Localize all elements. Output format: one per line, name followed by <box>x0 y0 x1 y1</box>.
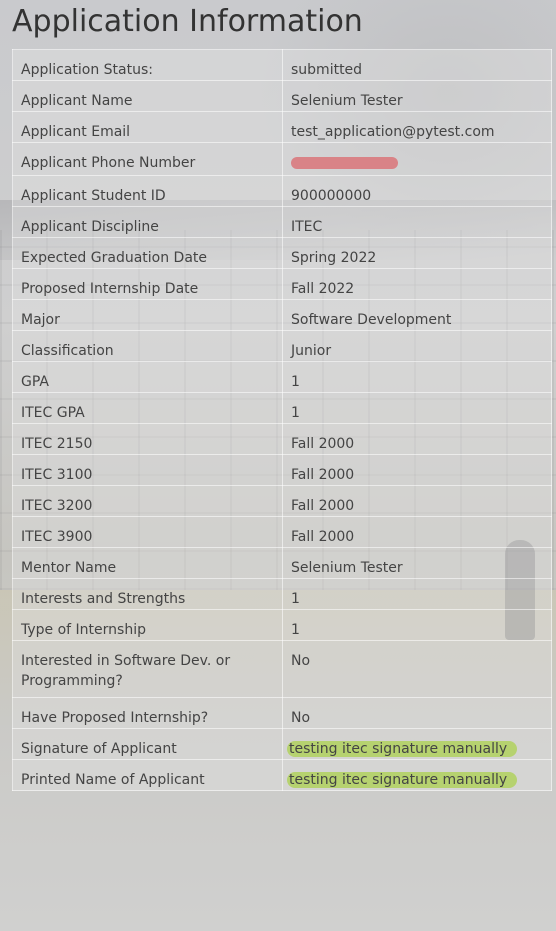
table-row: Applicant Phone Number <box>12 142 552 176</box>
row-label-itec-gpa: ITEC GPA <box>12 392 283 424</box>
table-row: ITEC 3900 Fall 2000 <box>12 516 552 548</box>
row-value-itec-3100: Fall 2000 <box>282 454 552 486</box>
table-row: Classification Junior <box>12 330 552 362</box>
row-label-gpa: GPA <box>12 361 283 393</box>
row-label-student-id: Applicant Student ID <box>12 175 283 207</box>
row-label-interests: Interests and Strengths <box>12 578 283 610</box>
row-value-proposed-internship-date: Fall 2022 <box>282 268 552 300</box>
row-value-gpa: 1 <box>282 361 552 393</box>
row-value-applicant-name: Selenium Tester <box>282 80 552 112</box>
table-row: Major Software Development <box>12 299 552 331</box>
row-value-printed-name: testing itec signature manually <box>282 759 552 791</box>
printed-name-text: testing itec signature manually <box>287 772 518 788</box>
table-row: Proposed Internship Date Fall 2022 <box>12 268 552 300</box>
table-row: ITEC 2150 Fall 2000 <box>12 423 552 455</box>
table-row: Applicant Discipline ITEC <box>12 206 552 238</box>
table-row: ITEC GPA 1 <box>12 392 552 424</box>
row-label-itec-3900: ITEC 3900 <box>12 516 283 548</box>
row-value-mentor-name: Selenium Tester <box>282 547 552 579</box>
signature-text: testing itec signature manually <box>287 741 518 757</box>
row-label-proposed-internship: Have Proposed Internship? <box>12 697 283 729</box>
row-value-itec-3200: Fall 2000 <box>282 485 552 517</box>
row-value-signature: testing itec signature manually <box>282 728 552 760</box>
row-value-discipline: ITEC <box>282 206 552 238</box>
row-label-internship-type: Type of Internship <box>12 609 283 641</box>
row-value-internship-type: 1 <box>282 609 552 641</box>
table-row: ITEC 3100 Fall 2000 <box>12 454 552 486</box>
row-label-itec-2150: ITEC 2150 <box>12 423 283 455</box>
row-value-classification: Junior <box>282 330 552 362</box>
table-row: Applicant Name Selenium Tester <box>12 80 552 112</box>
row-label-applicant-email: Applicant Email <box>12 111 283 143</box>
row-label-discipline: Applicant Discipline <box>12 206 283 238</box>
table-row: Type of Internship 1 <box>12 609 552 641</box>
row-label-applicant-phone: Applicant Phone Number <box>12 142 283 176</box>
table-row: Have Proposed Internship? No <box>12 697 552 729</box>
application-info-table: Application Status: submitted Applicant … <box>12 49 552 791</box>
table-row: Applicant Email test_application@pytest.… <box>12 111 552 143</box>
row-value-itec-gpa: 1 <box>282 392 552 424</box>
row-label-classification: Classification <box>12 330 283 362</box>
row-value-expected-graduation: Spring 2022 <box>282 237 552 269</box>
row-label-applicant-name: Applicant Name <box>12 80 283 112</box>
table-row: Mentor Name Selenium Tester <box>12 547 552 579</box>
row-value-interested-software: No <box>282 640 552 698</box>
row-label-major: Major <box>12 299 283 331</box>
row-value-student-id: 900000000 <box>282 175 552 207</box>
table-row: ITEC 3200 Fall 2000 <box>12 485 552 517</box>
table-row: Interests and Strengths 1 <box>12 578 552 610</box>
row-label-itec-3100: ITEC 3100 <box>12 454 283 486</box>
row-label-expected-graduation: Expected Graduation Date <box>12 237 283 269</box>
row-label-interested-software: Interested in Software Dev. or Programmi… <box>12 640 283 698</box>
row-label-mentor-name: Mentor Name <box>12 547 283 579</box>
table-row: Signature of Applicant testing itec sign… <box>12 728 552 760</box>
table-row: Expected Graduation Date Spring 2022 <box>12 237 552 269</box>
row-label-application-status: Application Status: <box>12 49 283 81</box>
table-row: Interested in Software Dev. or Programmi… <box>12 640 552 698</box>
row-value-major: Software Development <box>282 299 552 331</box>
table-row: Printed Name of Applicant testing itec s… <box>12 759 552 791</box>
row-label-proposed-internship-date: Proposed Internship Date <box>12 268 283 300</box>
row-value-applicant-email: test_application@pytest.com <box>282 111 552 143</box>
page-title: Application Information <box>12 4 363 39</box>
table-row: Applicant Student ID 900000000 <box>12 175 552 207</box>
row-value-itec-3900: Fall 2000 <box>282 516 552 548</box>
row-value-proposed-internship: No <box>282 697 552 729</box>
row-label-signature: Signature of Applicant <box>12 728 283 760</box>
row-label-itec-3200: ITEC 3200 <box>12 485 283 517</box>
row-value-itec-2150: Fall 2000 <box>282 423 552 455</box>
table-row: Application Status: submitted <box>12 49 552 81</box>
row-value-interests: 1 <box>282 578 552 610</box>
row-value-applicant-phone <box>282 142 552 176</box>
row-value-application-status: submitted <box>282 49 552 81</box>
row-label-printed-name: Printed Name of Applicant <box>12 759 283 791</box>
table-row: GPA 1 <box>12 361 552 393</box>
redaction-mark <box>291 157 398 169</box>
